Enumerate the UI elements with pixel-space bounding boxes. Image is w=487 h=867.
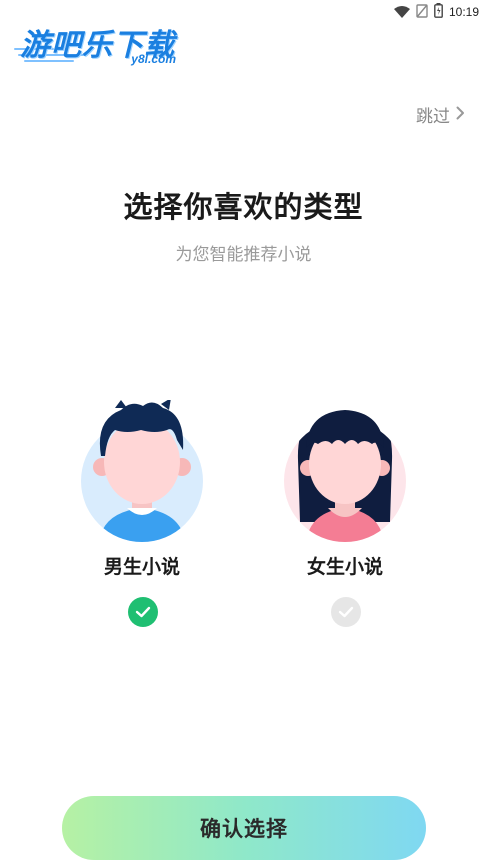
choice-label-male: 男生小说 [103,556,180,578]
wifi-icon [393,3,410,22]
skip-button[interactable]: 跳过 [416,102,465,127]
check-selected-icon[interactable] [128,597,158,627]
male-avatar [81,400,203,542]
status-time: 10:19 [448,5,479,19]
skip-label: 跳过 [416,107,450,127]
no-signal-icon [416,3,428,22]
battery-icon [434,2,443,22]
page-subtitle: 为您智能推荐小说 [175,245,312,265]
status-icons: 10:19 [393,2,479,22]
check-unselected-icon[interactable] [331,597,361,627]
chevron-right-icon [456,105,465,125]
choice-female[interactable]: 女生小说 [270,400,420,640]
watermark-logo: 游吧乐下载 y8l.com [14,18,186,68]
logo-domain-text: y8l.com [131,52,176,66]
choice-label-female: 女生小说 [306,556,383,578]
page-title: 选择你喜欢的类型 [123,190,364,224]
female-avatar [284,410,406,542]
choice-male[interactable]: 男生小说 [67,400,217,640]
confirm-button[interactable]: 确认选择 [62,796,426,860]
